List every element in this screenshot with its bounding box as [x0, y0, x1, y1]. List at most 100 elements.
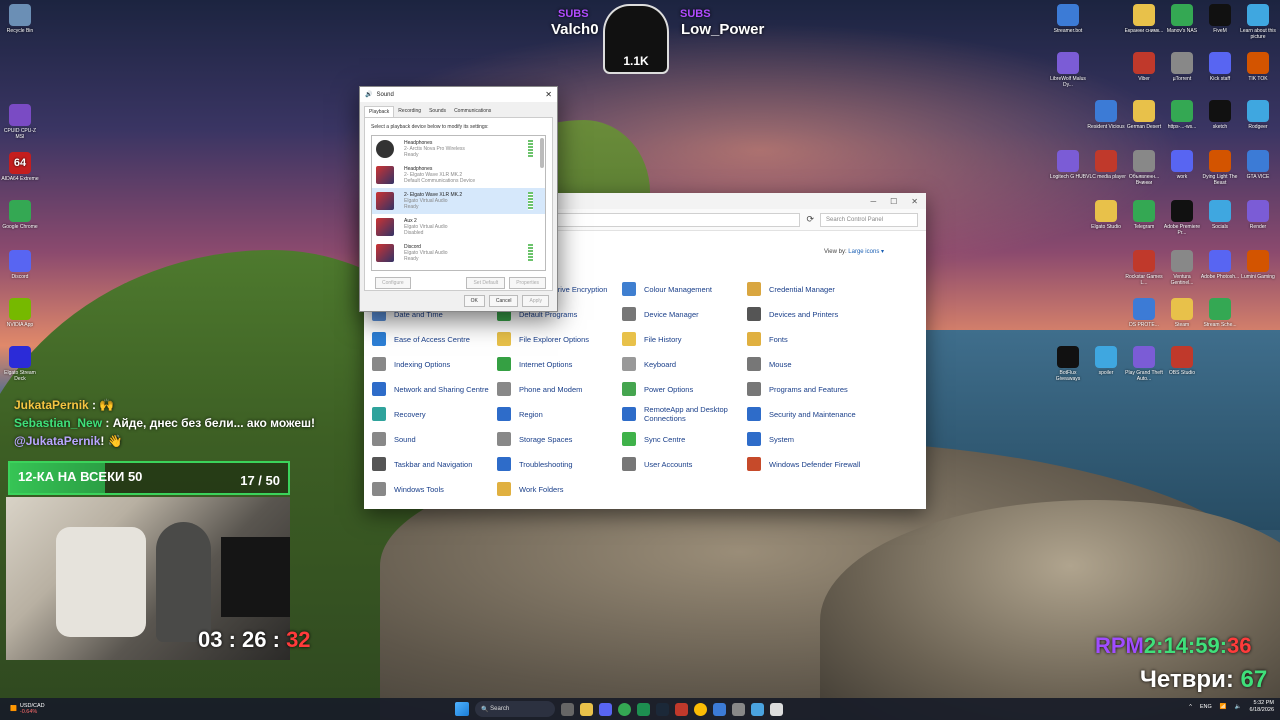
control-panel-item[interactable]: Power Options [622, 379, 747, 399]
nvidia-desktop-shortcut[interactable]: NVIDIA App [0, 298, 40, 328]
discord-desktop-shortcut[interactable]: Discord [0, 250, 40, 280]
excel-icon[interactable] [637, 702, 650, 716]
control-panel-item[interactable]: Mouse [747, 354, 917, 374]
desktop-shortcut[interactable]: Manov's NAS [1162, 4, 1202, 34]
desktop-shortcut[interactable]: Socials [1200, 200, 1240, 230]
desktop-shortcut[interactable]: Объявленн... Вчинки [1124, 150, 1164, 186]
control-panel-item[interactable]: Ease of Access Centre [372, 329, 497, 349]
desktop-shortcut[interactable]: Stream Sche... [1200, 298, 1240, 328]
control-panel-item[interactable]: File Explorer Options [497, 329, 622, 349]
cpuz-desktop-shortcut[interactable]: CPUID CPU-Z MSI [0, 104, 40, 140]
tab-recording[interactable]: Recording [394, 106, 425, 117]
control-panel-item[interactable]: Network and Sharing Centre [372, 379, 497, 399]
set-default-button[interactable]: Set Default [466, 277, 506, 289]
chrome-profile-icon[interactable] [694, 702, 707, 716]
ok-button[interactable]: OK [463, 295, 485, 307]
control-panel-item[interactable]: Keyboard [622, 354, 747, 374]
control-panel-item[interactable]: Colour Management [622, 279, 747, 299]
desktop-shortcut[interactable]: FiveM [1200, 4, 1240, 34]
close-icon[interactable]: ✕ [911, 197, 918, 206]
desktop-shortcut[interactable]: https-...-ws... [1162, 100, 1202, 130]
desktop-shortcut[interactable]: Ventura Gentinel... [1162, 250, 1202, 286]
playback-device-row[interactable]: Headphones 2- Arctis Nova Pro Wireless Rea… [372, 136, 545, 162]
sound-icon[interactable] [770, 702, 783, 716]
playback-device-row[interactable]: Headphones 2- Elgato Wave XLR MK.2 Default… [372, 162, 545, 188]
desktop-shortcut[interactable]: DS PROTE... [1124, 298, 1164, 328]
desktop-shortcut[interactable]: Telegram [1124, 200, 1164, 230]
desktop-shortcut[interactable]: GTA VICE [1238, 150, 1278, 180]
tab-playback[interactable]: Playback [364, 106, 395, 117]
control-panel-item[interactable]: User Accounts [622, 454, 747, 474]
desktop-shortcut[interactable]: Adobe Premiere Pr... [1162, 200, 1202, 236]
control-panel-item[interactable]: Windows Tools [372, 479, 497, 499]
stock-ticker[interactable]: 🟧 USD/CAD -0.64% [10, 703, 45, 715]
chrome-icon[interactable] [618, 702, 631, 716]
cancel-button[interactable]: Cancel [488, 295, 519, 307]
control-panel-item[interactable]: Taskbar and Navigation [372, 454, 497, 474]
app-icon[interactable] [675, 702, 688, 716]
desktop-shortcut[interactable]: German Desert [1124, 100, 1164, 130]
desktop-shortcut[interactable]: Dying Light The Beast [1200, 150, 1240, 186]
task-view-icon[interactable] [561, 702, 574, 716]
desktop-shortcut[interactable]: Logitech G HUB [1048, 150, 1088, 180]
control-panel-item[interactable]: Storage Spaces [497, 429, 622, 449]
desktop-shortcut[interactable]: Render [1238, 200, 1278, 230]
tab-sounds[interactable]: Sounds [425, 106, 450, 117]
desktop-shortcut[interactable]: work [1162, 150, 1202, 180]
control-panel-item[interactable]: Sound [372, 429, 497, 449]
clock[interactable]: 5:32 PM 6/18/2026 [1250, 700, 1274, 714]
control-panel-icon[interactable] [751, 702, 764, 716]
discord-icon[interactable] [599, 702, 612, 716]
desktop-shortcut[interactable]: Rodgeer [1238, 100, 1278, 130]
control-panel-item[interactable]: Recovery [372, 404, 497, 424]
control-panel-item[interactable]: Programs and Features [747, 379, 917, 399]
playback-device-row[interactable]: 2- Elgato Wave XLR MK.2 Elgato Virtual Au… [372, 188, 545, 214]
control-panel-item[interactable]: Indexing Options [372, 354, 497, 374]
desktop-shortcut[interactable]: LibreWolf Malus Dy... [1048, 52, 1088, 88]
aida64-desktop-shortcut[interactable]: 64 AIDA64 Extreme [0, 152, 40, 182]
desktop-shortcut[interactable]: Play Grand Theft Auto... [1124, 346, 1164, 382]
maximize-icon[interactable]: ☐ [890, 197, 897, 206]
desktop-shortcut[interactable]: Learn about this picture [1238, 4, 1278, 40]
desktop-shortcut[interactable]: sketch [1200, 100, 1240, 130]
desktop-shortcut[interactable]: Steam [1162, 298, 1202, 328]
tab-communications[interactable]: Communications [450, 106, 495, 117]
control-panel-item[interactable]: RemoteApp and Desktop Connections [622, 404, 747, 424]
desktop-shortcut[interactable]: Kick staff [1200, 52, 1240, 82]
control-panel-item[interactable]: Troubleshooting [497, 454, 622, 474]
desktop-shortcut[interactable]: Viber [1124, 52, 1164, 82]
file-explorer-icon[interactable] [580, 702, 593, 716]
control-panel-item[interactable]: Region [497, 404, 622, 424]
desktop-shortcut[interactable]: Elgato Studio [1086, 200, 1126, 230]
control-panel-item[interactable]: Credential Manager [747, 279, 917, 299]
desktop-shortcut[interactable]: Adobe Photosh... [1200, 250, 1240, 280]
chrome-desktop-shortcut[interactable]: Google Chrome [0, 200, 40, 230]
desktop-shortcut[interactable]: Lumini Gaming [1238, 250, 1278, 280]
streamdeck-desktop-shortcut[interactable]: Elgato Stream Deck [0, 346, 40, 382]
control-panel-item[interactable]: Devices and Printers [747, 304, 917, 324]
desktop-shortcut[interactable]: Rockstar Games L... [1124, 250, 1164, 286]
control-panel-item[interactable]: Phone and Modem [497, 379, 622, 399]
wifi-icon[interactable]: 📶 [1220, 704, 1227, 710]
desktop-shortcut[interactable]: Streamer.bot [1048, 4, 1088, 34]
desktop-shortcut[interactable]: Resident Vicious [1086, 100, 1126, 130]
playback-device-row[interactable]: Aux 2 Elgato Virtual Audio Disabled [372, 214, 545, 240]
streamer-bot-icon[interactable] [713, 702, 726, 716]
desktop-shortcut[interactable]: VLC media player [1086, 150, 1126, 180]
desktop-shortcut[interactable]: Екранни снимк... [1124, 4, 1164, 34]
configure-button[interactable]: Configure [375, 277, 411, 289]
control-panel-item[interactable]: System [747, 429, 917, 449]
desktop-shortcut[interactable]: spoiler [1086, 346, 1126, 376]
desktop-shortcut[interactable]: µTorrent [1162, 52, 1202, 82]
control-panel-item[interactable]: File History [622, 329, 747, 349]
view-by-dropdown[interactable]: Large icons ▾ [848, 249, 884, 255]
volume-icon[interactable]: 🔈 [1235, 704, 1242, 710]
control-panel-item[interactable]: Fonts [747, 329, 917, 349]
minimize-icon[interactable]: ─ [870, 197, 876, 206]
settings-icon[interactable] [732, 702, 745, 716]
steam-icon[interactable] [656, 702, 669, 716]
control-panel-item[interactable]: Work Folders [497, 479, 622, 499]
apply-button[interactable]: Apply [522, 295, 549, 307]
playback-device-row[interactable]: Discord Elgato Virtual Audio Ready [372, 240, 545, 266]
start-icon[interactable] [455, 702, 469, 716]
